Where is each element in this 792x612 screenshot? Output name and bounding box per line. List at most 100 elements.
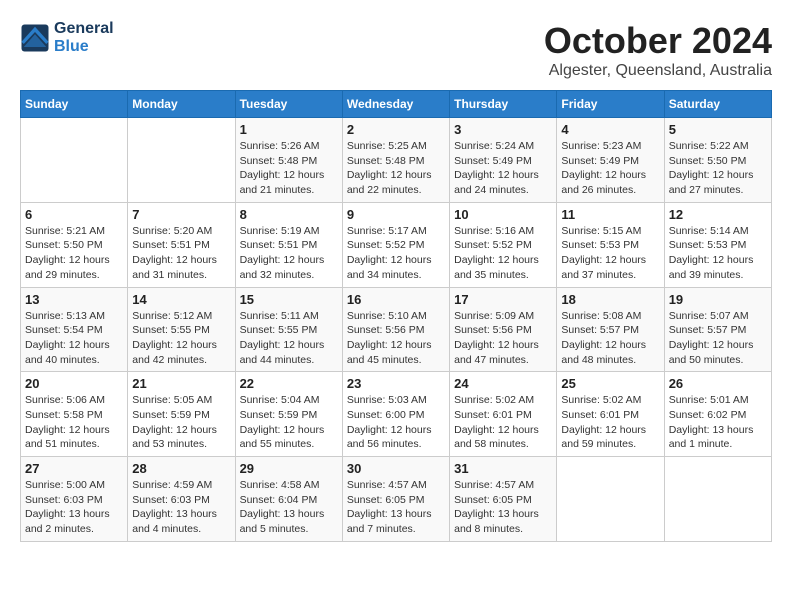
calendar-cell: 3Sunrise: 5:24 AM Sunset: 5:49 PM Daylig… [450, 118, 557, 203]
day-number: 29 [240, 461, 338, 476]
day-info: Sunrise: 4:57 AM Sunset: 6:05 PM Dayligh… [347, 478, 445, 537]
day-number: 13 [25, 292, 123, 307]
logo-icon [20, 23, 50, 53]
calendar-cell: 4 Sunrise: 5:23 AM Sunset: 5:49 PM Daylig… [557, 118, 664, 203]
day-info: Sunrise: 5:06 AM Sunset: 5:58 PM Dayligh… [25, 393, 123, 452]
day-number: 27 [25, 461, 123, 476]
day-info: Sunrise: 4:57 AM Sunset: 6:05 PM Dayligh… [454, 478, 552, 537]
day-info: Sunrise: 5:17 AM Sunset: 5:52 PM Dayligh… [347, 224, 445, 283]
page-header: General Blue October 2024 Algester, Quee… [20, 20, 772, 80]
day-info: Sunrise: 5:01 AM Sunset: 6:02 PM Dayligh… [669, 393, 767, 452]
day-info: Sunrise: 5:07 AM Sunset: 5:57 PM Dayligh… [669, 309, 767, 368]
calendar-cell: 22 Sunrise: 5:04 AM Sunset: 5:59 PM Dayli… [235, 372, 342, 457]
calendar-week-row: 27 Sunrise: 5:00 AM Sunset: 6:03 PM Dayli… [21, 457, 772, 542]
day-number: 14 [132, 292, 230, 307]
calendar-cell: 23 Sunrise: 5:03 AM Sunset: 6:00 PM Dayli… [342, 372, 449, 457]
day-info: Sunrise: 5:04 AM Sunset: 5:59 PM Dayligh… [240, 393, 338, 452]
calendar-cell: 8 Sunrise: 5:19 AM Sunset: 5:51 PM Daylig… [235, 202, 342, 287]
day-info: Sunrise: 4:58 AM Sunset: 6:04 PM Dayligh… [240, 478, 338, 537]
calendar-cell: 2 Sunrise: 5:25 AM Sunset: 5:48 PM Daylig… [342, 118, 449, 203]
calendar-cell: 12Sunrise: 5:14 AM Sunset: 5:53 PM Dayli… [664, 202, 771, 287]
day-info: Sunrise: 5:21 AM Sunset: 5:50 PM Dayligh… [25, 224, 123, 283]
calendar-cell: 20 Sunrise: 5:06 AM Sunset: 5:58 PM Dayli… [21, 372, 128, 457]
day-info: Sunrise: 5:24 AM Sunset: 5:49 PM Dayligh… [454, 139, 552, 198]
day-number: 5 [669, 122, 767, 137]
calendar-cell [664, 457, 771, 542]
calendar-cell: 25 Sunrise: 5:02 AM Sunset: 6:01 PM Dayli… [557, 372, 664, 457]
day-info: Sunrise: 5:11 AM Sunset: 5:55 PM Dayligh… [240, 309, 338, 368]
calendar-cell: 24 Sunrise: 5:02 AM Sunset: 6:01 PM Dayli… [450, 372, 557, 457]
calendar-cell [557, 457, 664, 542]
day-info: Sunrise: 5:02 AM Sunset: 6:01 PM Dayligh… [561, 393, 659, 452]
day-number: 24 [454, 376, 552, 391]
day-info: Sunrise: 5:25 AM Sunset: 5:48 PM Dayligh… [347, 139, 445, 198]
calendar-cell: 6 Sunrise: 5:21 AM Sunset: 5:50 PM Daylig… [21, 202, 128, 287]
calendar-cell: 13 Sunrise: 5:13 AM Sunset: 5:54 PM Dayli… [21, 287, 128, 372]
title-block: October 2024 Algester, Queensland, Austr… [544, 20, 772, 80]
day-number: 2 [347, 122, 445, 137]
day-info: Sunrise: 5:13 AM Sunset: 5:54 PM Dayligh… [25, 309, 123, 368]
day-info: Sunrise: 5:10 AM Sunset: 5:56 PM Dayligh… [347, 309, 445, 368]
day-number: 22 [240, 376, 338, 391]
day-of-week-header: Monday [128, 91, 235, 118]
day-info: Sunrise: 5:16 AM Sunset: 5:52 PM Dayligh… [454, 224, 552, 283]
calendar-cell: 28 Sunrise: 4:59 AM Sunset: 6:03 PM Dayli… [128, 457, 235, 542]
day-number: 1 [240, 122, 338, 137]
day-info: Sunrise: 5:05 AM Sunset: 5:59 PM Dayligh… [132, 393, 230, 452]
day-number: 17 [454, 292, 552, 307]
day-info: Sunrise: 5:02 AM Sunset: 6:01 PM Dayligh… [454, 393, 552, 452]
calendar-cell: 14 Sunrise: 5:12 AM Sunset: 5:55 PM Dayli… [128, 287, 235, 372]
calendar-cell: 21 Sunrise: 5:05 AM Sunset: 5:59 PM Dayli… [128, 372, 235, 457]
calendar-week-row: 6 Sunrise: 5:21 AM Sunset: 5:50 PM Daylig… [21, 202, 772, 287]
day-info: Sunrise: 5:00 AM Sunset: 6:03 PM Dayligh… [25, 478, 123, 537]
day-of-week-header: Wednesday [342, 91, 449, 118]
day-of-week-header: Tuesday [235, 91, 342, 118]
calendar-cell: 5Sunrise: 5:22 AM Sunset: 5:50 PM Daylig… [664, 118, 771, 203]
calendar-week-row: 20 Sunrise: 5:06 AM Sunset: 5:58 PM Dayli… [21, 372, 772, 457]
calendar-cell: 1 Sunrise: 5:26 AM Sunset: 5:48 PM Daylig… [235, 118, 342, 203]
day-info: Sunrise: 5:15 AM Sunset: 5:53 PM Dayligh… [561, 224, 659, 283]
day-number: 4 [561, 122, 659, 137]
day-number: 23 [347, 376, 445, 391]
calendar-cell: 9 Sunrise: 5:17 AM Sunset: 5:52 PM Daylig… [342, 202, 449, 287]
calendar-cell [128, 118, 235, 203]
day-of-week-header: Sunday [21, 91, 128, 118]
day-info: Sunrise: 5:12 AM Sunset: 5:55 PM Dayligh… [132, 309, 230, 368]
day-info: Sunrise: 4:59 AM Sunset: 6:03 PM Dayligh… [132, 478, 230, 537]
day-of-week-header: Friday [557, 91, 664, 118]
calendar-cell: 11 Sunrise: 5:15 AM Sunset: 5:53 PM Dayli… [557, 202, 664, 287]
day-number: 16 [347, 292, 445, 307]
day-number: 25 [561, 376, 659, 391]
day-info: Sunrise: 5:26 AM Sunset: 5:48 PM Dayligh… [240, 139, 338, 198]
logo: General Blue [20, 20, 114, 56]
day-number: 18 [561, 292, 659, 307]
day-number: 8 [240, 207, 338, 222]
day-info: Sunrise: 5:20 AM Sunset: 5:51 PM Dayligh… [132, 224, 230, 283]
day-number: 20 [25, 376, 123, 391]
day-number: 11 [561, 207, 659, 222]
day-number: 9 [347, 207, 445, 222]
day-number: 21 [132, 376, 230, 391]
calendar-week-row: 13 Sunrise: 5:13 AM Sunset: 5:54 PM Dayli… [21, 287, 772, 372]
calendar-header-row: SundayMondayTuesdayWednesdayThursdayFrid… [21, 91, 772, 118]
day-number: 7 [132, 207, 230, 222]
calendar-cell: 18Sunrise: 5:08 AM Sunset: 5:57 PM Dayli… [557, 287, 664, 372]
month-title: October 2024 [544, 20, 772, 62]
day-info: Sunrise: 5:23 AM Sunset: 5:49 PM Dayligh… [561, 139, 659, 198]
calendar-cell: 15 Sunrise: 5:11 AM Sunset: 5:55 PM Dayli… [235, 287, 342, 372]
day-number: 28 [132, 461, 230, 476]
calendar-cell: 26 Sunrise: 5:01 AM Sunset: 6:02 PM Dayli… [664, 372, 771, 457]
day-number: 26 [669, 376, 767, 391]
day-info: Sunrise: 5:19 AM Sunset: 5:51 PM Dayligh… [240, 224, 338, 283]
calendar-cell: 7 Sunrise: 5:20 AM Sunset: 5:51 PM Daylig… [128, 202, 235, 287]
location: Algester, Queensland, Australia [544, 62, 772, 80]
day-of-week-header: Saturday [664, 91, 771, 118]
day-number: 31 [454, 461, 552, 476]
day-of-week-header: Thursday [450, 91, 557, 118]
day-number: 6 [25, 207, 123, 222]
day-number: 15 [240, 292, 338, 307]
calendar-week-row: 1 Sunrise: 5:26 AM Sunset: 5:48 PM Daylig… [21, 118, 772, 203]
calendar-cell: 31 Sunrise: 4:57 AM Sunset: 6:05 PM Dayli… [450, 457, 557, 542]
day-info: Sunrise: 5:03 AM Sunset: 6:00 PM Dayligh… [347, 393, 445, 452]
day-number: 19 [669, 292, 767, 307]
